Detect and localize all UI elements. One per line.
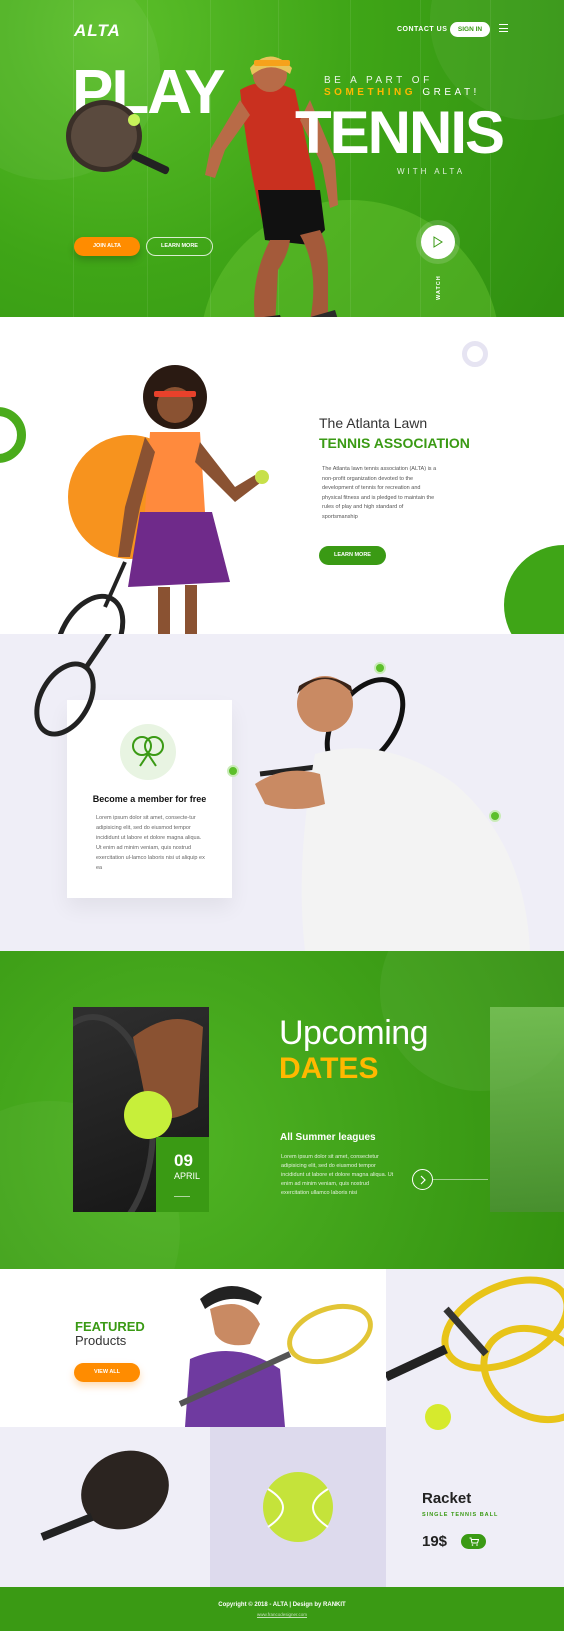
tagline-line2: SOMETHING GREAT! [324,87,480,98]
tennis-player-illustration [205,56,338,317]
member-section: Become a member for free Lorem ipsum dol… [0,634,564,951]
tennis-ball-icon [263,1472,333,1542]
tagline-line3: WITH ALTA [397,167,466,176]
divider [174,1196,190,1197]
assoc-description: The Atlanta lawn tennis association (ALT… [322,466,437,520]
footer: Copyright © 2018 - ALTA | Design by RANK… [0,1587,564,1631]
tagline-line1: BE A PART OF [324,75,433,86]
product-model-illustration [178,1285,373,1427]
racket-illustration [34,634,112,737]
rackets-icon [120,724,176,780]
chevron-right-icon [420,1175,426,1185]
assoc-learn-more-button[interactable]: LEARN MORE [319,546,386,565]
member-description: Lorem ipsum dolor sit amet, consecte-tur… [96,815,205,871]
decor-ring [462,341,488,367]
paddle-product-cell[interactable] [0,1427,210,1587]
products-section: FEATURED Products VIEW ALL Racket SINGLE… [0,1269,564,1587]
event-subtitle: All Summer leagues [280,1132,376,1143]
event-month: APRIL [174,1171,201,1181]
next-event-button[interactable] [412,1169,433,1190]
watch-label: WATCH [436,275,442,300]
product-price: 19$ [422,1533,448,1550]
copyright-text: Copyright © 2018 - ALTA | Design by RANK… [218,1602,346,1608]
tagline-highlight: SOMETHING [324,87,417,98]
upcoming-title-light: Upcoming [279,1014,429,1052]
view-all-button[interactable]: VIEW ALL [74,1363,140,1382]
decor-circle [504,545,564,634]
paddle-illustration [66,100,170,175]
tagline-rest: GREAT! [416,87,480,98]
play-icon [433,236,443,248]
upcoming-title-bold: DATES [279,1052,379,1085]
paddle-illustration [40,1450,169,1541]
footer-link[interactable]: www.francodesigner.com [0,1612,564,1617]
assoc-title-light: The Atlanta Lawn [319,415,428,431]
cart-icon [469,1537,479,1546]
featured-title-bold: FEATURED [75,1319,145,1334]
hotspot-dot[interactable] [227,765,239,777]
event-date-box: 09 APRIL [156,1137,209,1212]
watch-video-button[interactable] [421,225,455,259]
featured-cell: FEATURED Products VIEW ALL [0,1269,386,1427]
featured-title-light: Products [75,1333,127,1348]
female-player-illustration [54,365,269,634]
product-name: Racket [422,1490,472,1507]
decor-ring [0,407,26,463]
signin-button[interactable]: SIGN IN [450,22,490,37]
hotspot-dot[interactable] [489,810,501,822]
divider [433,1179,488,1180]
male-player-illustration [255,676,530,951]
assoc-title-bold: TENNIS ASSOCIATION [319,435,470,451]
next-event-photo[interactable] [490,1007,564,1212]
association-section: The Atlanta Lawn TENNIS ASSOCIATION The … [0,317,564,634]
tennis-ball-icon [128,114,140,126]
headline-tennis: TENNIS [295,99,505,166]
event-description: Lorem ipsum dolor sit amet, consectetur … [281,1154,394,1196]
product-subtitle: SINGLE TENNIS BALL [422,1512,499,1518]
hero-learn-more-button[interactable]: LEARN MORE [146,237,213,256]
event-day: 09 [174,1151,193,1170]
hamburger-menu-icon[interactable] [499,24,508,33]
hero-section: ALTA CONTACT US SIGN IN PLAY TENNIS BE A… [0,0,564,317]
logo[interactable]: ALTA [74,21,121,41]
member-title: Become a member for free [92,794,207,804]
hotspot-dot[interactable] [374,662,386,674]
upcoming-dates-section: 09 APRIL Upcoming DATES All Summer leagu… [0,951,564,1269]
nav-contact-link[interactable]: CONTACT US [397,26,447,33]
ball-product-cell[interactable] [210,1427,386,1587]
join-alta-button[interactable]: JOIN ALTA [74,237,140,256]
add-to-cart-button[interactable] [461,1534,486,1549]
